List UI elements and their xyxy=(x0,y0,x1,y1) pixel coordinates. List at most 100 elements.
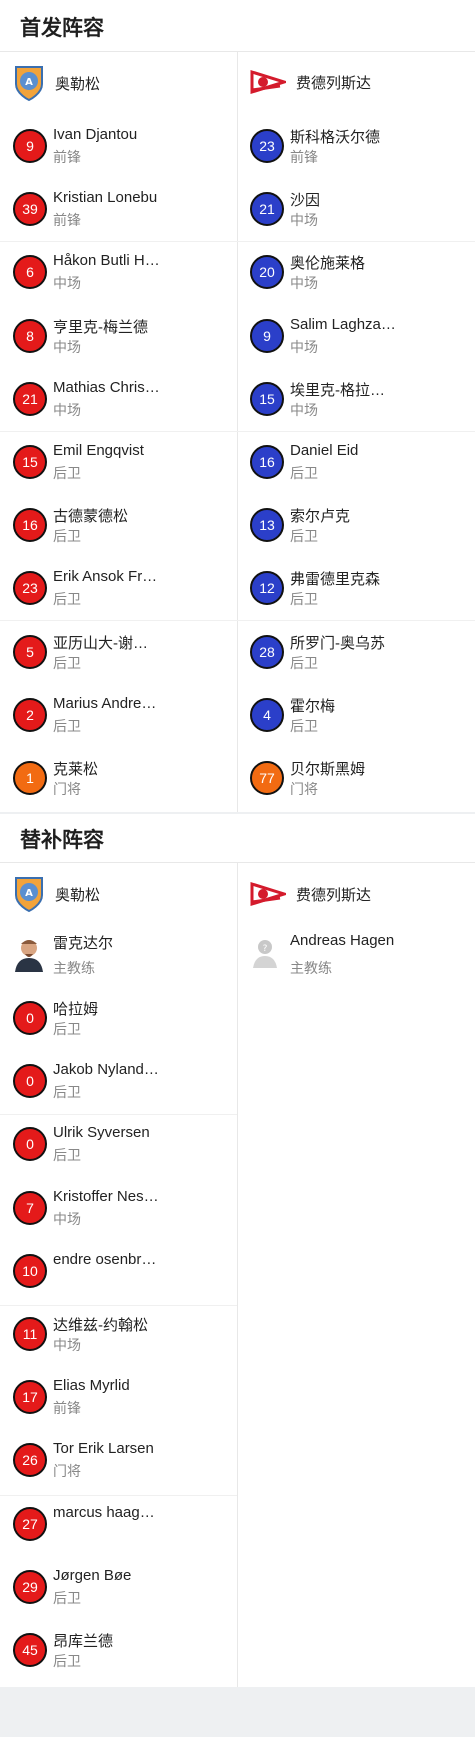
player-name: 索尔卢克 xyxy=(290,508,351,526)
player-row[interactable]: 2 Marius Andre… 后卫 xyxy=(13,691,213,741)
player-row[interactable]: 23 斯科格沃尔德 前锋 xyxy=(250,122,450,172)
player-position: 中场 xyxy=(290,338,318,355)
player-name: 贝尔斯黑姆 xyxy=(290,761,366,778)
jersey-number-badge: 15 xyxy=(13,445,47,479)
player-name: 沙因 xyxy=(290,192,321,210)
player-row[interactable]: 28 所罗门-奥乌苏 后卫 xyxy=(250,628,450,678)
jersey-number-badge: 17 xyxy=(13,1380,47,1415)
player-row[interactable]: 45 昂库兰德 后卫 xyxy=(13,1626,213,1676)
player-position: 中场 xyxy=(53,1210,81,1227)
aalesund-logo-icon: A xyxy=(15,66,43,102)
player-row[interactable]: 27 marcus haag… xyxy=(13,1500,213,1550)
player-row[interactable]: 16 古德蒙德松 后卫 xyxy=(13,501,213,551)
player-name: Emil Engqvist xyxy=(53,442,144,459)
player-name: Ulrik Syversen xyxy=(53,1124,150,1142)
player-position: 后卫 xyxy=(53,654,81,671)
player-position: 后卫 xyxy=(53,465,81,481)
player-name: 克莱松 xyxy=(53,761,99,778)
player-name: Jørgen Bøe xyxy=(53,1566,132,1584)
jersey-number-badge: 21 xyxy=(13,381,47,416)
jersey-number-badge: 15 xyxy=(250,381,284,416)
jersey-number-badge: 45 xyxy=(13,1633,47,1667)
home-coach[interactable]: 雷克达尔 主教练 xyxy=(13,932,233,982)
player-position: 中场 xyxy=(290,212,318,229)
player-row[interactable]: 13 索尔卢克 后卫 xyxy=(250,501,450,551)
home-team-header[interactable]: A 奥勒松 xyxy=(13,64,100,102)
away-team-header[interactable]: 费德列斯达 xyxy=(250,66,371,98)
player-name: Marius Andre… xyxy=(53,694,157,712)
coach-role: 主教练 xyxy=(290,960,332,976)
player-position: 后卫 xyxy=(53,1084,81,1101)
player-name: Elias Myrlid xyxy=(53,1377,130,1395)
jersey-number-badge: 9 xyxy=(13,129,47,163)
player-row[interactable]: 10 endre osenbr… xyxy=(13,1247,213,1297)
player-row[interactable]: 0 Ulrik Syversen 后卫 xyxy=(13,1120,213,1170)
jersey-number-badge: 8 xyxy=(13,318,47,353)
away-coach[interactable]: ? Andreas Hagen 主教练 xyxy=(250,932,470,982)
player-row[interactable]: 26 Tor Erik Larsen 门将 xyxy=(13,1436,213,1486)
subs-home-team-name: 奥勒松 xyxy=(55,886,101,904)
player-position: 中场 xyxy=(53,1337,81,1353)
svg-text:A: A xyxy=(25,888,33,899)
player-row[interactable]: 21 沙因中场 xyxy=(250,185,450,235)
player-row[interactable]: 4 霍尔梅 后卫 xyxy=(250,691,450,741)
svg-text:?: ? xyxy=(263,944,268,954)
player-row[interactable]: 21 Mathias Chris… 中场 xyxy=(13,375,213,425)
player-position: 后卫 xyxy=(53,591,81,608)
player-row[interactable]: 77 贝尔斯黑姆 门将 xyxy=(250,754,450,804)
player-row[interactable]: 17 Elias Myrlid 前锋 xyxy=(13,1373,213,1423)
column-divider xyxy=(237,52,238,812)
jersey-number-badge: 21 xyxy=(250,192,284,227)
jersey-number-badge: 26 xyxy=(13,1443,47,1478)
player-position: 后卫 xyxy=(290,591,318,608)
player-row[interactable]: 9 Ivan Djantou 前锋 xyxy=(13,122,213,172)
player-row[interactable]: 11 达维兹-约翰松 中场 xyxy=(13,1310,213,1360)
player-name: Erik Ansok Fr… xyxy=(53,568,158,586)
player-position: 中场 xyxy=(53,401,81,418)
player-row[interactable]: 15 Emil Engqvist 后卫 xyxy=(13,438,213,488)
subs-away-team-header[interactable]: 费德列斯达 xyxy=(250,878,371,910)
player-position: 门将 xyxy=(53,1463,81,1480)
player-name: 斯科格沃尔德 xyxy=(290,129,381,146)
player-position: 后卫 xyxy=(53,1147,81,1164)
player-position: 后卫 xyxy=(290,465,318,481)
player-row[interactable]: 12 弗雷德里克森 后卫 xyxy=(250,564,450,614)
player-row[interactable]: 15 埃里克-格拉… 中场 xyxy=(250,375,450,425)
player-name: 达维兹-约翰松 xyxy=(53,1317,148,1334)
jersey-number-badge: 23 xyxy=(13,571,47,606)
player-row[interactable]: 9 Salim Laghza… 中场 xyxy=(250,312,450,362)
player-name: Jakob Nyland… xyxy=(53,1061,159,1079)
jersey-number-badge: 11 xyxy=(13,1317,47,1351)
player-row[interactable]: 20 奥伦施莱格 中场 xyxy=(250,248,450,298)
player-position: 后卫 xyxy=(53,1021,81,1037)
player-name: Salim Laghza… xyxy=(290,315,396,333)
player-row[interactable]: 16 Daniel Eid 后卫 xyxy=(250,438,450,488)
player-name: endre osenbr… xyxy=(53,1250,157,1268)
player-row[interactable]: 0 Jakob Nyland… 后卫 xyxy=(13,1057,213,1107)
player-position: 后卫 xyxy=(290,654,318,671)
player-position: 前锋 xyxy=(290,149,318,165)
player-row[interactable]: 23 Erik Ansok Fr… 后卫 xyxy=(13,564,213,614)
jersey-number-badge: 5 xyxy=(13,634,47,669)
player-row[interactable]: 6 Håkon Butli H… 中场 xyxy=(13,248,213,298)
row-separator xyxy=(0,1495,237,1496)
row-separator xyxy=(0,1114,237,1115)
player-row[interactable]: 1 克莱松 门将 xyxy=(13,754,213,804)
player-row[interactable]: 5 亚历山大-谢… 后卫 xyxy=(13,628,213,678)
player-row[interactable]: 7 Kristoffer Nes… 中场 xyxy=(13,1184,213,1234)
coach-name: Andreas Hagen xyxy=(290,932,395,949)
person-placeholder-icon: ? xyxy=(253,940,277,968)
player-position: 后卫 xyxy=(53,1589,81,1606)
fredrikstad-logo-icon xyxy=(250,69,286,95)
jersey-number-badge: 27 xyxy=(13,1506,47,1541)
player-row[interactable]: 8 亨里克-梅兰德 中场 xyxy=(13,312,213,362)
player-position: 前锋 xyxy=(53,1400,81,1417)
player-name: 埃里克-格拉… xyxy=(290,381,385,399)
subs-home-team-header[interactable]: A 奥勒松 xyxy=(13,875,100,913)
player-row[interactable]: 39 Kristian Lonebu 前锋 xyxy=(13,185,213,235)
subs-away-team-name: 费德列斯达 xyxy=(296,886,372,904)
player-row[interactable]: 0 哈拉姆 后卫 xyxy=(13,994,213,1044)
player-row[interactable]: 29 Jørgen Bøe 后卫 xyxy=(13,1563,213,1613)
player-position: 门将 xyxy=(290,781,318,797)
away-team-name: 费德列斯达 xyxy=(296,74,372,92)
